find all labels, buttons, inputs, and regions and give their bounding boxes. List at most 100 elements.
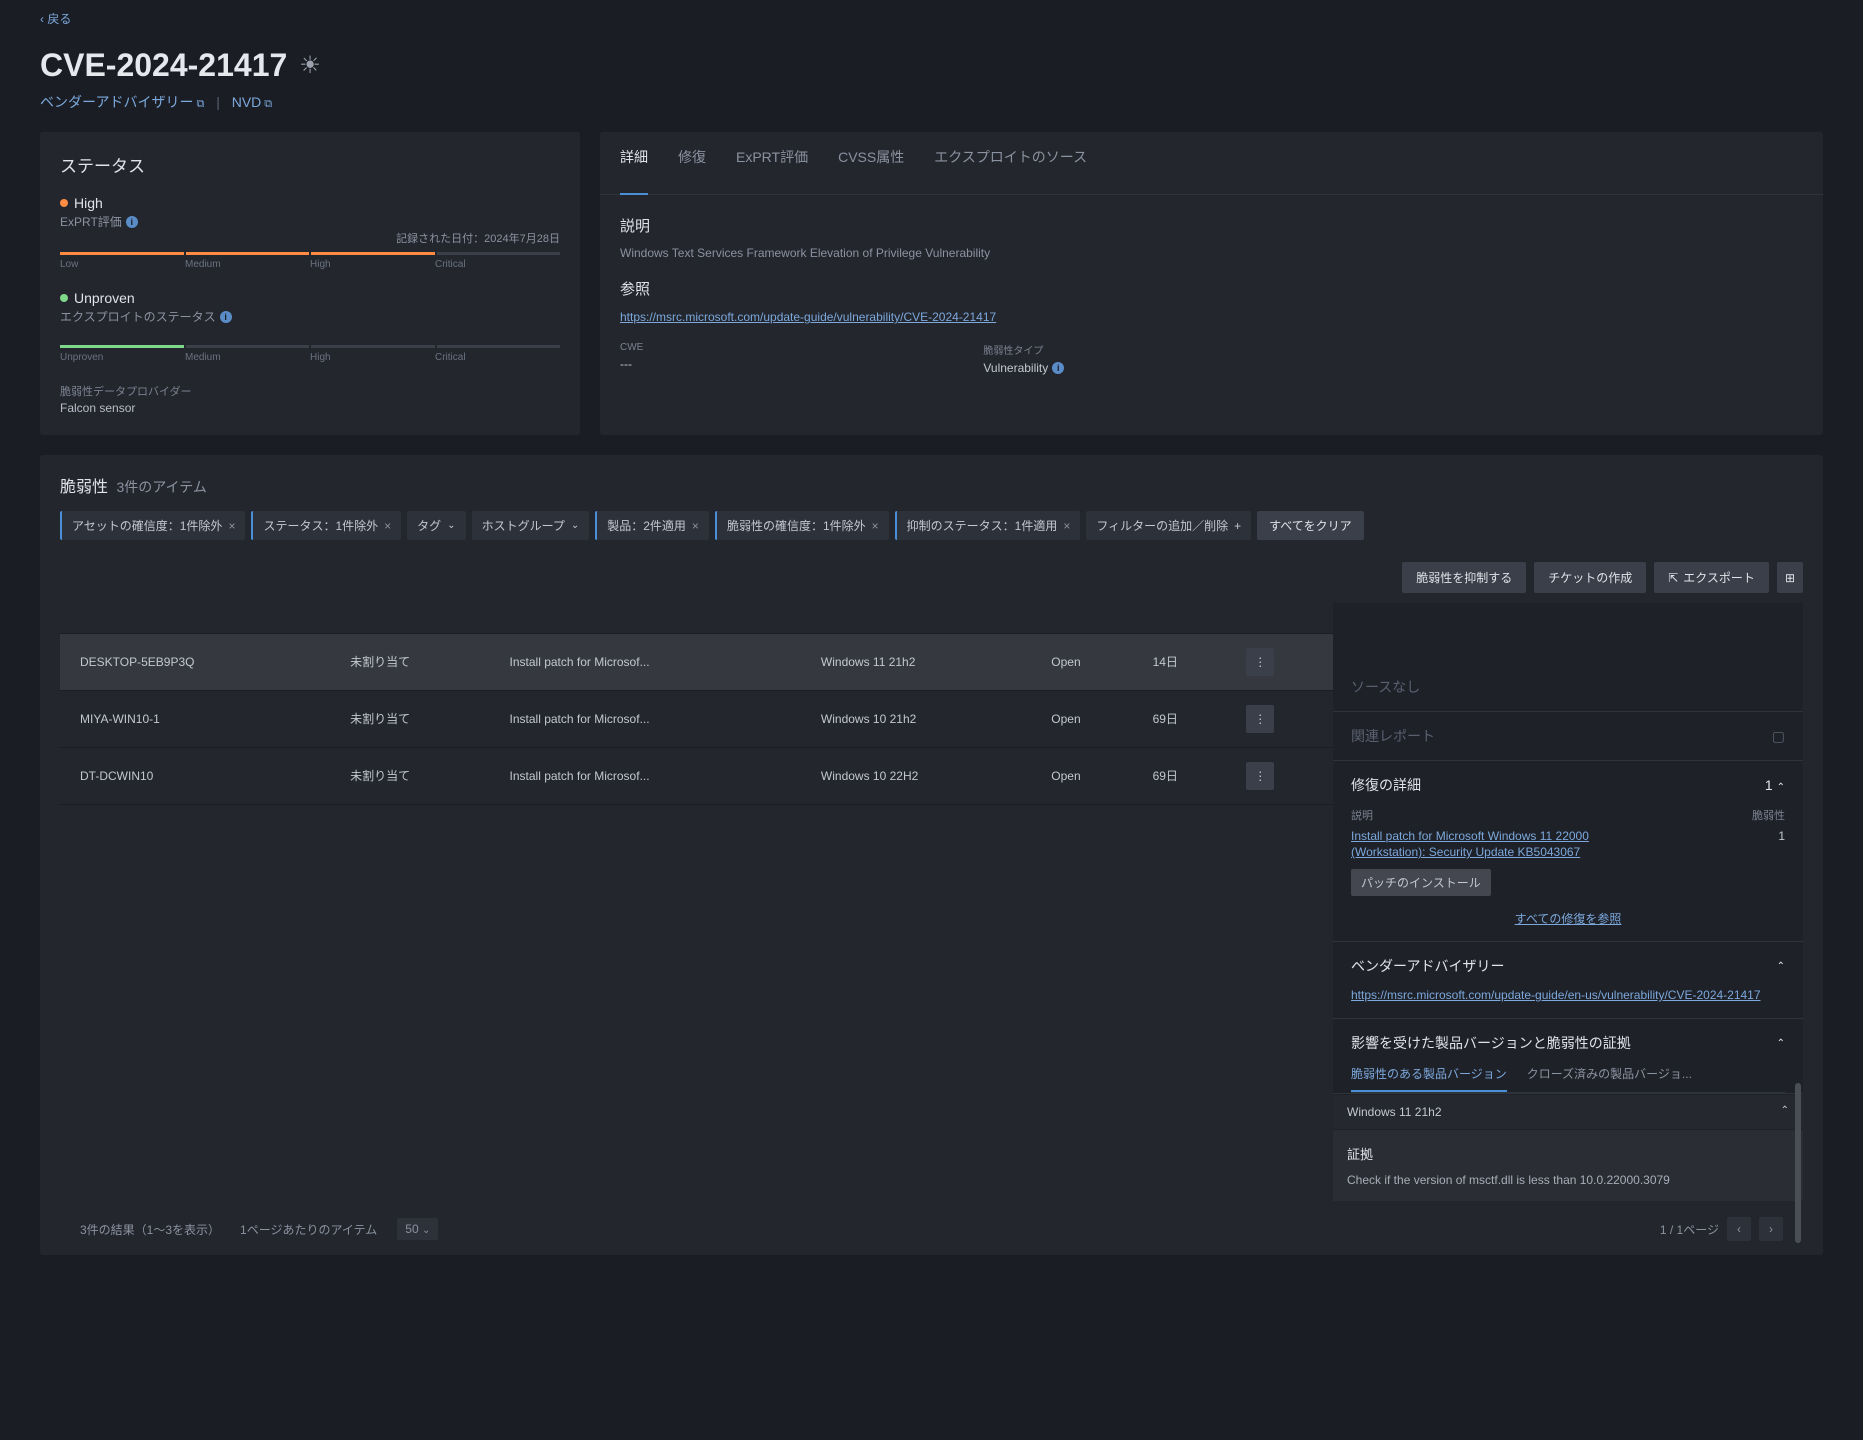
create-ticket-button[interactable]: チケットの作成 [1534,562,1646,593]
tab-details[interactable]: 詳細 [620,147,648,195]
tab-remediation[interactable]: 修復 [678,147,706,179]
assignee-cell: 未割り当て [338,633,497,690]
close-icon[interactable]: × [384,519,391,533]
vendor-advisory-link[interactable]: ベンダーアドバイザリー⧉ [40,94,204,110]
chevron-up-icon: ⌃ [1777,961,1785,972]
back-link[interactable]: 戻る [40,0,1823,37]
reference-link[interactable]: https://msrc.microsoft.com/update-guide/… [620,310,996,324]
close-icon[interactable]: × [872,519,879,533]
chevron-up-icon: ⌃ [1781,1105,1789,1119]
detail-side-panel: ソースなし 関連レポート ▢ 修復の詳細 1 ⌃ 説明 [1333,603,1803,1201]
table-row[interactable]: MIYA-WIN10-1 未割り当て Install patch for Mic… [60,690,1333,747]
product-cell: Windows 11 21h2 [809,633,1039,690]
vuln-label: 脆弱性 [1752,807,1785,823]
chevron-left-icon: ‹ [1737,1222,1741,1236]
exprt-level: High [74,195,103,211]
evidence-heading: 証拠 [1347,1144,1789,1163]
prev-page-button[interactable]: ‹ [1727,1217,1751,1241]
plus-icon: + [1234,519,1241,533]
filter-product[interactable]: 製品：2件適用× [595,511,709,540]
chevron-up-icon: ⌃ [1777,782,1785,793]
status-panel: ステータス High ExPRT評価 i 記録された日付：2024年7月28日 [40,132,580,435]
exprt-severity-bar [60,252,560,255]
row-menu-button[interactable]: ⋮ [1246,762,1274,790]
advisory-link[interactable]: https://msrc.microsoft.com/update-guide/… [1351,988,1785,1002]
advisory-section[interactable]: ベンダーアドバイザリー ⌃ [1351,956,1785,976]
description-heading: 説明 [620,215,1803,236]
desc-label: 説明 [1351,807,1373,823]
filter-add-remove[interactable]: フィルターの追加／削除+ [1086,511,1251,540]
tab-closed-versions[interactable]: クローズ済みの製品バージョ... [1527,1065,1692,1092]
status-cell: Open [1039,633,1140,690]
tab-exprt[interactable]: ExPRT評価 [736,147,808,179]
product-cell: Windows 10 22H2 [809,747,1039,804]
affected-products-section[interactable]: 影響を受けた製品バージョンと脆弱性の証拠 ⌃ [1351,1033,1785,1053]
tab-cvss[interactable]: CVSS属性 [838,147,904,179]
filter-hostgroup[interactable]: ホストグループ⌄ [472,511,590,540]
chevron-down-icon: ⌄ [571,520,579,531]
external-link-icon: ⧉ [196,98,204,110]
page-size-select[interactable]: 50 ⌄ [397,1218,438,1240]
table-row[interactable]: DT-DCWIN10 未割り当て Install patch for Micro… [60,747,1333,804]
filter-tag[interactable]: タグ⌄ [407,511,465,540]
status-cell: Open [1039,747,1140,804]
source-section[interactable]: ソースなし [1351,677,1785,697]
filter-vuln-confidence[interactable]: 脆弱性の確信度：1件除外× [715,511,889,540]
action-cell: Install patch for Microsof... [498,690,809,747]
close-icon[interactable]: × [692,519,699,533]
exploit-label: エクスプロイトのステータス [60,308,216,325]
host-cell: MIYA-WIN10-1 [60,690,338,747]
kebab-icon: ⋮ [1254,655,1266,669]
install-patch-button[interactable]: パッチのインストール [1351,869,1491,896]
evidence-box: 証拠 Check if the version of msctf.dll is … [1333,1130,1803,1201]
info-icon[interactable]: i [1052,362,1064,374]
results-summary: 3件の結果（1～3を表示） [80,1221,220,1238]
close-icon[interactable]: × [228,519,235,533]
clear-filters-button[interactable]: すべてをクリア [1257,511,1363,540]
chevron-down-icon: ⌄ [447,520,455,531]
exprt-label: ExPRT評価 [60,213,122,230]
references-heading: 参照 [620,278,1803,299]
tab-vulnerable-versions[interactable]: 脆弱性のある製品バージョン [1351,1065,1507,1092]
next-page-button[interactable]: › [1759,1217,1783,1241]
nvd-link[interactable]: NVD⧉ [232,94,272,110]
filter-status[interactable]: ステータス：1件除外× [251,511,401,540]
product-version-row[interactable]: Windows 11 21h2 ⌃ [1333,1095,1803,1129]
patch-link[interactable]: (Workstation): Security Update KB5043067 [1351,845,1589,859]
table-row[interactable]: DESKTOP-5EB9P3Q 未割り当て Install patch for … [60,633,1333,690]
action-cell: Install patch for Microsof... [498,633,809,690]
filter-asset-confidence[interactable]: アセットの確信度：1件除外× [60,511,245,540]
provider-label: 脆弱性データプロバイダー [60,383,560,399]
reports-section[interactable]: 関連レポート ▢ [1351,726,1785,746]
patch-link[interactable]: Install patch for Microsoft Windows 11 2… [1351,829,1589,843]
tab-exploit-source[interactable]: エクスプロイトのソース [934,147,1087,179]
info-icon[interactable]: i [126,216,138,228]
exploit-level: Unproven [74,290,135,306]
description-text: Windows Text Services Framework Elevatio… [620,246,1803,260]
exploit-severity-bar [60,345,560,348]
row-menu-button[interactable]: ⋮ [1246,648,1274,676]
view-all-remediations-link[interactable]: すべての修復を参照 [1351,910,1785,927]
columns-icon: ⊞ [1785,571,1795,585]
columns-button[interactable]: ⊞ [1777,562,1803,593]
assignee-cell: 未割り当て [338,747,497,804]
filter-suppression[interactable]: 抑制のステータス：1件適用× [895,511,1081,540]
kebab-icon: ⋮ [1254,712,1266,726]
scrollbar[interactable] [1795,1083,1801,1243]
age-cell: 14日 [1141,633,1235,690]
info-icon[interactable]: i [220,311,232,323]
suppress-button[interactable]: 脆弱性を抑制する [1402,562,1526,593]
product-cell: Windows 10 21h2 [809,690,1039,747]
status-cell: Open [1039,690,1140,747]
severity-dot-icon [60,199,68,207]
row-menu-button[interactable]: ⋮ [1246,705,1274,733]
close-icon[interactable]: × [1063,519,1070,533]
export-button[interactable]: ⇱エクスポート [1654,562,1769,593]
remediation-section[interactable]: 修復の詳細 1 ⌃ [1351,775,1785,795]
host-cell: DT-DCWIN10 [60,747,338,804]
page-info: 1 / 1ページ [1660,1221,1719,1238]
page-title: CVE-2024-21417 [40,47,287,84]
chevron-down-icon: ⌄ [422,1225,430,1236]
vuln-type-label: 脆弱性タイプ [983,342,1064,357]
external-link-icon: ⧉ [264,98,272,110]
